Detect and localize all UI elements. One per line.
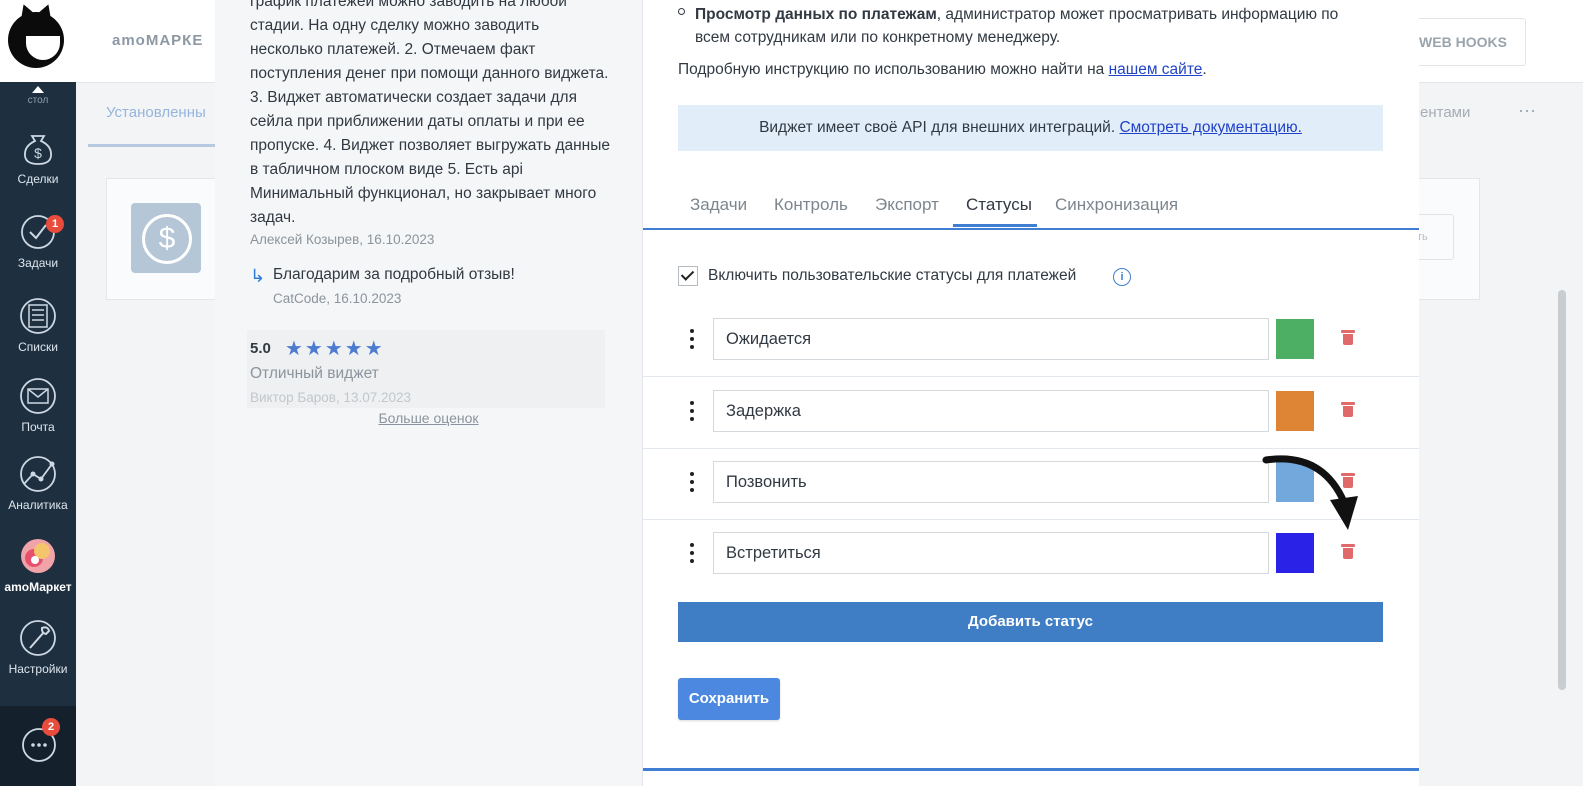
drag-handle-icon[interactable] (690, 472, 694, 494)
more-ratings-link[interactable]: Больше оценок (215, 410, 642, 426)
sidebar-item-mail[interactable]: Почта (0, 376, 76, 434)
sidebar-item-label: Настройки (8, 662, 68, 676)
rating-score: 5.0 (250, 340, 271, 357)
sidebar-item-label: Списки (18, 340, 58, 354)
page-scrollbar[interactable] (1558, 290, 1566, 690)
drag-handle-icon[interactable] (690, 401, 694, 423)
bullet-icon (678, 8, 685, 15)
tab-sync[interactable]: Синхронизация (1055, 195, 1178, 215)
sidebar-item-amomarket[interactable]: amoМаркет (0, 536, 76, 594)
instruction-end: . (1202, 61, 1207, 78)
sidebar-item-tasks[interactable]: Задачи 1 (0, 212, 76, 270)
app-brand: amoМАРКЕ (112, 32, 204, 49)
status-name-input[interactable] (713, 390, 1269, 432)
status-name-input[interactable] (713, 318, 1269, 360)
tasks-badge: 1 (46, 215, 64, 233)
status-name-input[interactable] (713, 461, 1269, 503)
star-rating-icon: ★★★★★ (285, 338, 385, 360)
status-color-swatch[interactable] (1276, 319, 1314, 359)
trash-icon[interactable] (1341, 544, 1355, 560)
payments-title: Просмотр данных по платежам (695, 6, 937, 23)
sidebar-item-analytics[interactable]: Аналитика (0, 454, 76, 512)
tab-control[interactable]: Контроль (774, 195, 848, 215)
rating-title: Отличный виджет (250, 365, 379, 382)
annotation-arrow-icon (1262, 455, 1358, 530)
tab-export[interactable]: Экспорт (875, 195, 939, 215)
enable-statuses-checkbox[interactable] (678, 266, 698, 286)
row-divider (643, 376, 1419, 377)
reply-text: Благодарим за подробный отзыв! (273, 266, 515, 283)
reply-arrow-icon: ↳ (250, 266, 266, 286)
sidebar-item-lists[interactable]: Списки (0, 296, 76, 354)
settings-tabs: Задачи Контроль Экспорт Статусы Синхрони… (643, 190, 1419, 230)
reply-author: CatCode, 16.10.2023 (273, 291, 402, 306)
svg-text:$: $ (34, 145, 42, 161)
api-text: Виджет имеет своё API для внешних интегр… (759, 119, 1120, 136)
sidebar-item-label: Почта (21, 420, 55, 434)
tab-installed[interactable]: Установленны (106, 104, 206, 121)
sidebar-item-label: amoМаркет (4, 580, 72, 594)
amomarket-icon (21, 539, 55, 573)
info-icon[interactable]: i (1113, 268, 1131, 286)
sidebar-item-label: Аналитика (8, 498, 68, 512)
row-divider (643, 448, 1419, 449)
api-docs-link[interactable]: Смотреть документацию. (1119, 119, 1301, 136)
sidebar-item-settings[interactable]: Настройки (0, 618, 76, 676)
api-banner: Виджет имеет своё API для внешних интегр… (678, 105, 1383, 151)
payments-description-line2: всем сотрудникам или по конкретному мене… (695, 29, 1061, 46)
save-button[interactable]: Сохранить (678, 678, 780, 720)
chat-button[interactable]: 2 (0, 706, 76, 786)
sidebar-item-deals[interactable]: $ Сделки (0, 128, 76, 186)
wrench-icon (20, 620, 56, 656)
rating-author: Виктор Баров, 13.07.2023 (250, 390, 412, 405)
left-sidebar: стол $ Сделки Задачи 1 Списки Почта Анал… (0, 0, 76, 786)
mail-icon (20, 378, 56, 414)
status-row (643, 532, 1419, 604)
widget-logo: $ (131, 203, 201, 273)
widget-card-button[interactable]: ть (1416, 214, 1454, 260)
site-link[interactable]: нашем сайте (1109, 61, 1203, 78)
tab-statuses[interactable]: Статусы (966, 195, 1032, 215)
tab-right[interactable]: ентами (1420, 104, 1470, 121)
drag-handle-icon[interactable] (690, 329, 694, 351)
trash-icon[interactable] (1341, 402, 1355, 418)
payments-description: Просмотр данных по платежам, администрат… (695, 4, 1395, 26)
dollar-icon: $ (142, 214, 192, 264)
sidebar-item-label: Сделки (17, 172, 59, 186)
drag-handle-icon[interactable] (690, 543, 694, 565)
payments-text: , администратор может просматривать инфо… (936, 6, 1339, 23)
sidebar-up-label: стол (27, 95, 49, 106)
reviews-panel: график платежей можно заводить на любой … (215, 0, 643, 786)
tab-tasks[interactable]: Задачи (690, 195, 747, 215)
chat-badge: 2 (42, 718, 60, 736)
settings-panel: Просмотр данных по платежам, администрат… (643, 0, 1419, 786)
enable-statuses-label: Включить пользовательские статусы для пл… (708, 267, 1077, 284)
trash-icon[interactable] (1341, 330, 1355, 346)
cat-logo-icon (8, 12, 64, 68)
money-bag-icon: $ (24, 135, 52, 165)
instruction-label: Подробную инструкцию по использованию мо… (678, 61, 1109, 78)
status-row (643, 318, 1419, 390)
review-author: Алексей Козырев, 16.10.2023 (250, 232, 435, 247)
tab-installed-underline (88, 144, 216, 147)
arrow-up-icon (32, 86, 44, 93)
bottom-divider (643, 768, 1419, 771)
sidebar-scroll-up[interactable]: стол (0, 86, 76, 106)
analytics-icon (20, 456, 56, 492)
review-text: график платежей можно заводить на любой … (250, 0, 611, 226)
instruction-text: Подробную инструкцию по использованию мо… (678, 61, 1207, 79)
status-name-input[interactable] (713, 532, 1269, 574)
sidebar-item-label: Задачи (17, 256, 59, 270)
status-color-swatch[interactable] (1276, 391, 1314, 431)
widget-modal: график платежей можно заводить на любой … (215, 0, 1419, 786)
logo[interactable] (0, 0, 76, 82)
add-status-button[interactable]: Добавить статус (678, 602, 1383, 642)
list-icon (20, 298, 56, 334)
more-icon[interactable]: ··· (1518, 100, 1536, 121)
active-tab-underline (953, 224, 1037, 227)
